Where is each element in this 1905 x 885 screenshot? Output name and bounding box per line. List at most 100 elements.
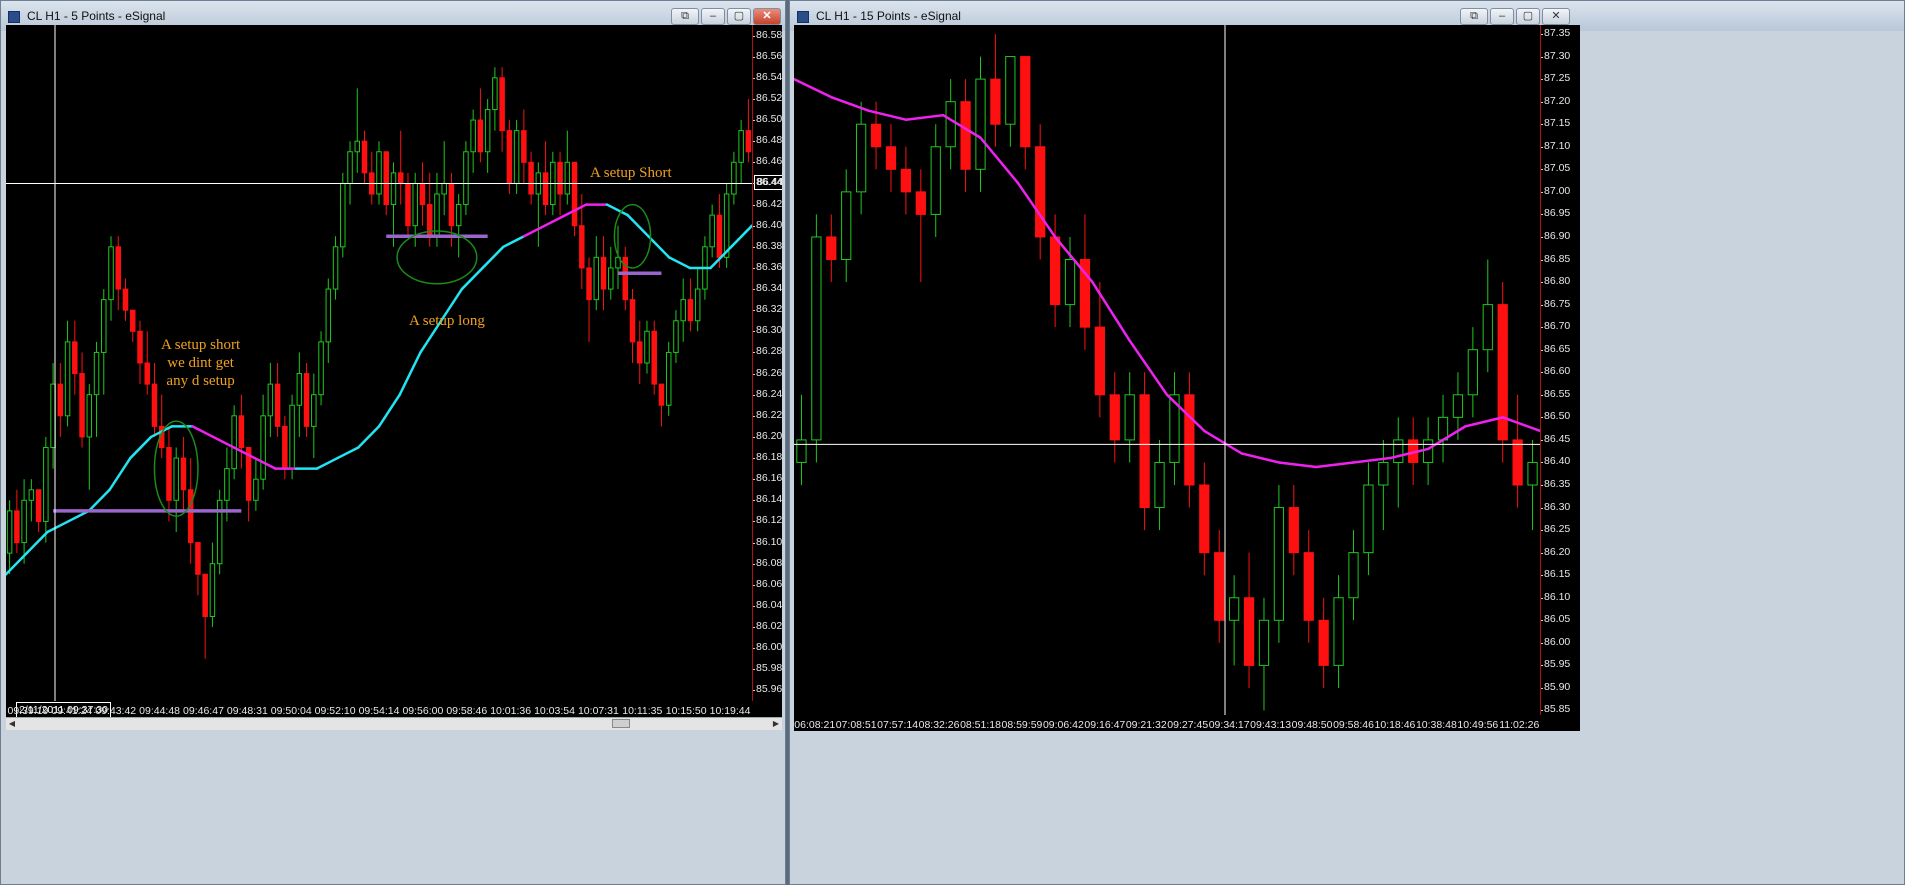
maximize-button[interactable]: ▢ [1516, 8, 1540, 25]
candle-body [267, 383, 274, 417]
time-tick-label: 10:49:56 [1457, 719, 1499, 731]
annotation-setup-short-we-dint-get-any-d-setup: A setup short we dint get any d setup [161, 336, 240, 390]
candle-body [1527, 461, 1538, 486]
candle-up [513, 120, 520, 194]
time-tick-label: 08:59:59 [1001, 719, 1043, 731]
chart-window-15-points[interactable]: CL H1 - 15 Points - eSignal ⧉ – ▢ ✕ 87.3… [789, 0, 1905, 885]
time-tick-label: 10:01:36 [490, 705, 532, 717]
candle-body [28, 489, 35, 501]
candle-down [629, 289, 636, 363]
annotation-line: A setup Short [590, 165, 672, 181]
price-tick-label: 86.06 [756, 577, 782, 590]
price-tick-label: 85.98 [756, 662, 782, 675]
candle-up [1169, 372, 1180, 485]
scroll-right-arrow-icon[interactable]: ▶ [770, 718, 782, 730]
candle-down [1109, 372, 1120, 463]
candle-up [260, 394, 266, 490]
restore-pane-button[interactable]: ⧉ [671, 8, 699, 25]
price-tick-label: 86.44 [756, 176, 782, 189]
moving-average-segment [357, 425, 381, 449]
candle-up [253, 458, 259, 511]
candle-down [622, 246, 628, 311]
candlestick-chart [6, 25, 752, 701]
price-axis[interactable]: 87.35 87.30 87.25 87.20 87.15 87.10 87.05 87.00… [1540, 25, 1580, 715]
candle-body [64, 341, 71, 417]
scroll-thumb[interactable] [612, 719, 630, 728]
candle-down [1079, 214, 1091, 350]
candle-body [680, 299, 686, 322]
candle-down [651, 320, 657, 395]
candle-body [1005, 56, 1016, 125]
candle-body [354, 140, 361, 153]
candle-up [441, 141, 447, 216]
moving-average-segment [1277, 461, 1318, 469]
price-tick-label: 85.95 [1544, 658, 1571, 671]
candle-down [1288, 485, 1299, 576]
chart-window-5-points[interactable]: CL H1 - 5 Points - eSignal ⧉ – ▢ ✕ A set… [0, 0, 786, 885]
time-tick-label: 10:38:48 [1415, 719, 1457, 731]
time-axis[interactable]: 06:08:21 07:08:51 07:57:14 08:32:26 08:51:18… [794, 715, 1580, 731]
time-axis[interactable]: 2/11/2011 09:37:30 09:39:19 09:41:24 09:43… [6, 701, 782, 717]
moving-average-segment [1352, 456, 1393, 464]
maximize-button[interactable]: ▢ [727, 8, 751, 25]
candle-up [593, 236, 600, 311]
candle-up [354, 88, 361, 173]
candle-body [542, 172, 549, 206]
price-tick-label: 86.90 [1544, 229, 1571, 242]
candle-body [14, 510, 20, 544]
candle-body [470, 119, 476, 153]
time-tick-label: 09:21:32 [1125, 719, 1167, 731]
candle-up [841, 169, 852, 283]
candle-down [658, 383, 665, 427]
moving-average-segment [211, 435, 236, 449]
close-button[interactable]: ✕ [753, 8, 781, 25]
candle-down [1035, 124, 1046, 260]
minimize-button[interactable]: – [701, 8, 725, 25]
candle-down [571, 161, 578, 237]
price-chart-plot[interactable] [794, 25, 1540, 715]
candle-body [731, 161, 737, 195]
candle-body [579, 225, 585, 269]
scroll-left-arrow-icon[interactable]: ◀ [6, 718, 18, 730]
candle-body [405, 182, 411, 227]
candle-up [811, 214, 822, 463]
candle-up [1482, 259, 1493, 373]
candle-body [1064, 259, 1076, 306]
candle-body [434, 193, 440, 237]
price-chart-plot[interactable]: A setup short we dint get any d setup A … [6, 25, 752, 701]
candle-body [151, 383, 158, 427]
price-tick-label: 87.10 [1544, 139, 1571, 152]
candle-up [1363, 462, 1374, 576]
esignal-app-icon [8, 11, 20, 23]
price-tick-label: 86.22 [756, 408, 782, 421]
price-tick-label: 86.05 [1544, 613, 1571, 626]
candle-body [1348, 552, 1359, 599]
moving-average-segment [1501, 416, 1540, 433]
candle-body [1109, 394, 1120, 441]
candle-down [600, 236, 607, 311]
candle-body [332, 246, 339, 290]
candle-up [484, 98, 491, 173]
time-tick-label: 10:19:44 [709, 705, 751, 717]
close-button[interactable]: ✕ [1542, 8, 1570, 25]
window-title: CL H1 - 5 Points - eSignal [27, 9, 166, 23]
setup-highlight-ellipse [613, 203, 652, 269]
restore-pane-button[interactable]: ⧉ [1460, 8, 1488, 25]
minimize-button[interactable]: – [1490, 8, 1514, 25]
price-tick-label: 86.00 [1544, 635, 1571, 648]
window-title: CL H1 - 15 Points - eSignal [816, 9, 961, 23]
time-tick-label: 09:06:42 [1042, 719, 1084, 731]
candle-up [694, 267, 701, 332]
candle-body [1378, 461, 1389, 486]
horizontal-scrollbar[interactable]: ◀ ▶ [6, 717, 782, 730]
candle-body [289, 404, 295, 470]
candle-body [195, 542, 201, 575]
candle-up [1422, 417, 1434, 485]
candle-body [101, 299, 107, 353]
moving-average-segment [315, 456, 339, 470]
price-tick-label: 86.48 [756, 134, 782, 147]
candle-down [528, 151, 534, 205]
price-axis[interactable]: 86.44 86.58 86.56 86.54 86.52 86.50 86.48 86.4… [752, 25, 782, 701]
time-tick-label: 10:18:46 [1374, 719, 1416, 731]
price-tick-label: 86.36 [756, 260, 782, 273]
